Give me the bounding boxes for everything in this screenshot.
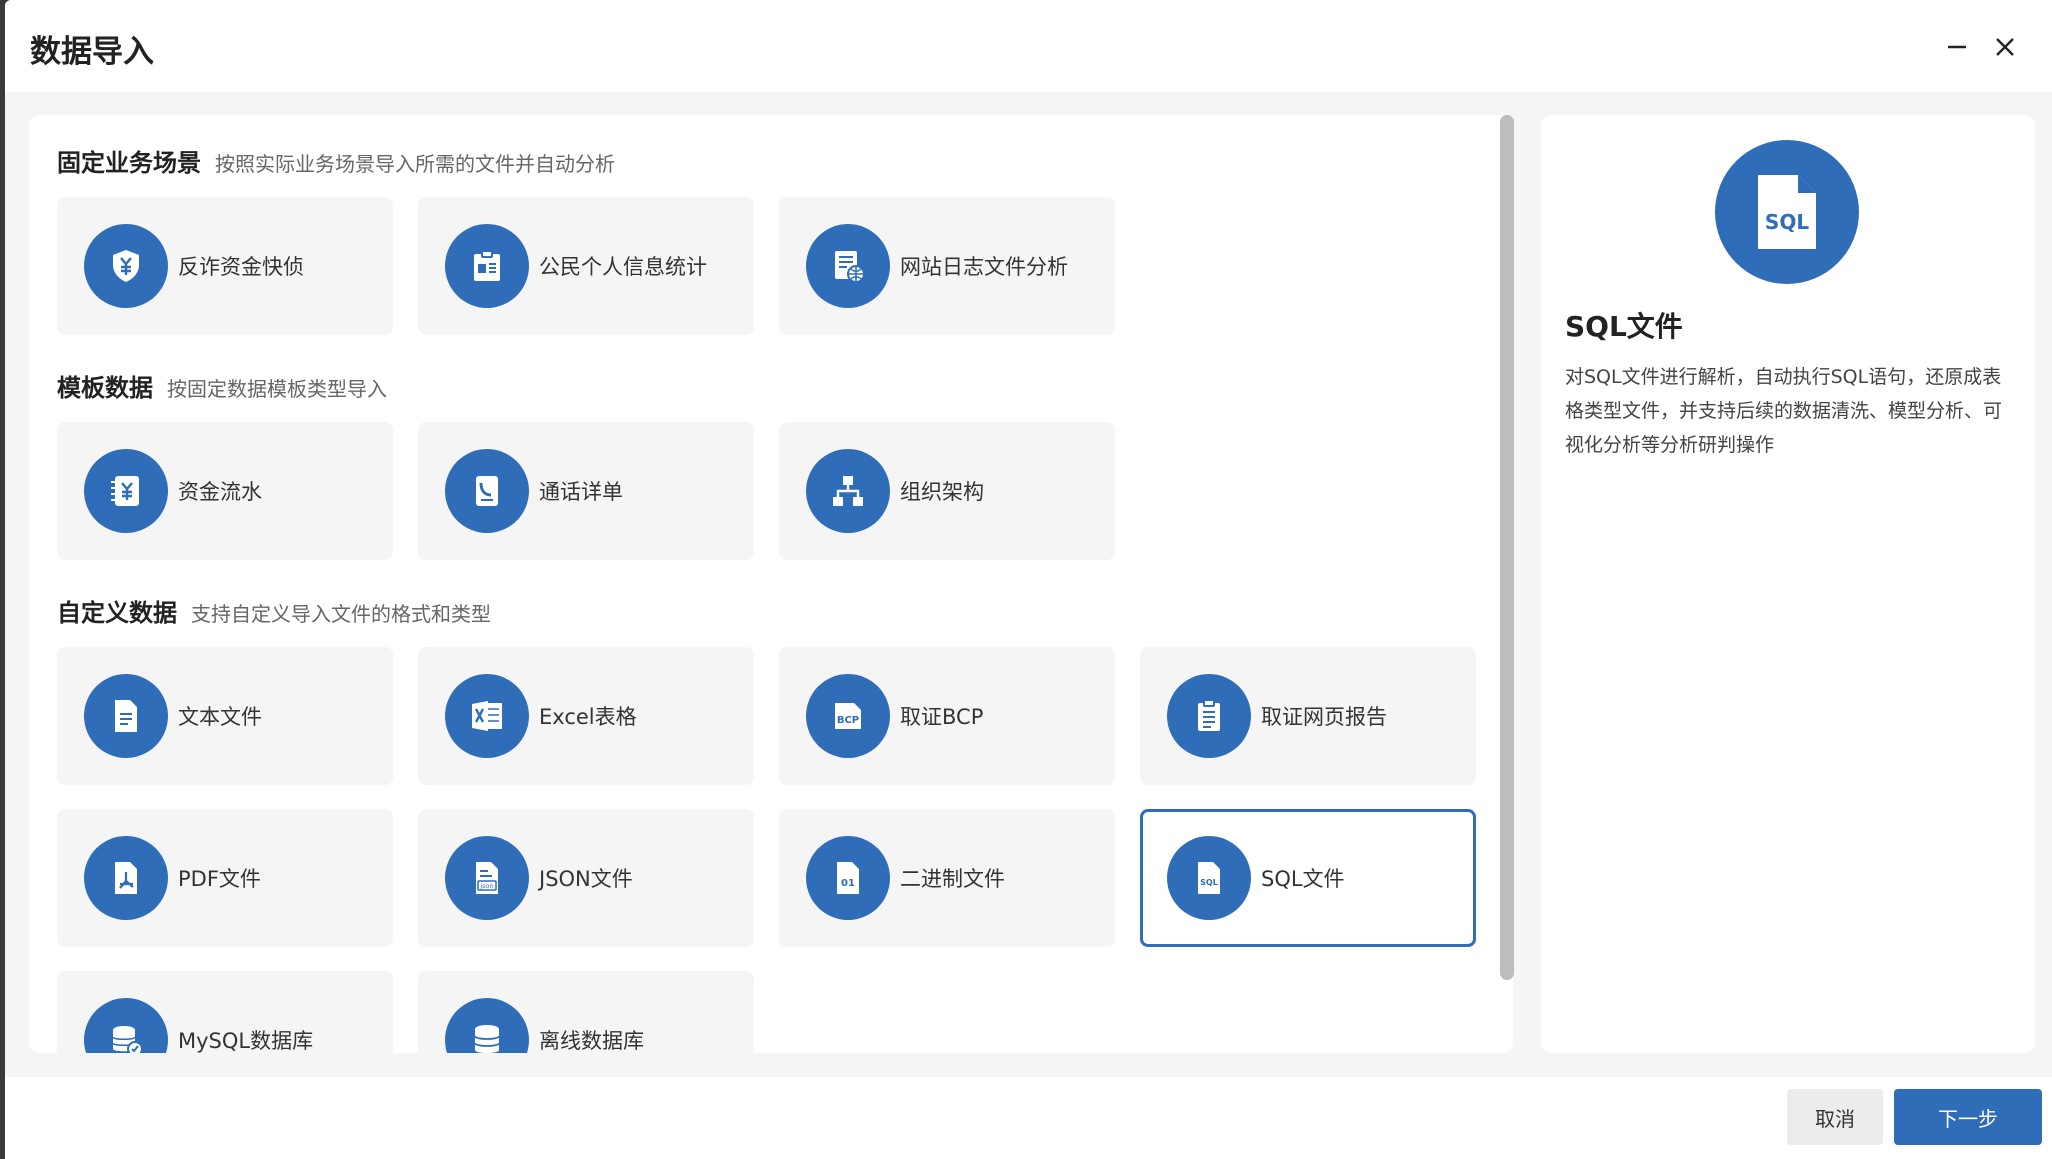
section-desc: 按照实际业务场景导入所需的文件并自动分析 xyxy=(215,152,615,176)
binary-file-icon: 01 xyxy=(806,836,890,920)
section-title: 固定业务场景 xyxy=(57,149,201,177)
dialog-title: 数据导入 xyxy=(30,34,154,70)
minimize-icon xyxy=(1948,45,1966,49)
card-json[interactable]: json JSON文件 xyxy=(418,809,754,947)
card-label: 网站日志文件分析 xyxy=(900,255,1068,279)
import-type-panel: 固定业务场景 按照实际业务场景导入所需的文件并自动分析 反诈资金快侦 公民个人信… xyxy=(29,115,1513,1053)
card-label: 文本文件 xyxy=(178,705,262,729)
dialog-titlebar: 数据导入 xyxy=(5,0,2052,92)
card-label: PDF文件 xyxy=(178,867,261,891)
text-file-icon xyxy=(84,674,168,758)
section-template-data: 模板数据 按固定数据模板类型导入 xyxy=(57,368,387,403)
close-button[interactable] xyxy=(1988,30,2022,64)
card-pdf[interactable]: PDF文件 xyxy=(57,809,393,947)
card-excel[interactable]: Excel表格 xyxy=(418,647,754,785)
bcp-icon: BCP xyxy=(806,674,890,758)
json-file-icon: json xyxy=(445,836,529,920)
detail-panel: SQL SQL文件 对SQL文件进行解析，自动执行SQL语句，还原成表格类型文件… xyxy=(1541,115,2035,1053)
section-custom-data: 自定义数据 支持自定义导入文件的格式和类型 xyxy=(57,593,491,628)
phone-record-icon xyxy=(445,449,529,533)
excel-icon xyxy=(445,674,529,758)
section-title: 模板数据 xyxy=(57,374,153,402)
offline-db-icon xyxy=(445,998,529,1053)
dialog-footer: 取消 下一步 xyxy=(5,1077,2052,1159)
web-log-icon xyxy=(806,224,890,308)
next-button[interactable]: 下一步 xyxy=(1894,1089,2042,1145)
data-import-dialog: 数据导入 固定业务场景 按照实际业务场景导入所需的文件并自动分析 反诈资金快侦 … xyxy=(5,0,2052,1159)
card-binary[interactable]: 01 二进制文件 xyxy=(779,809,1115,947)
card-call-records[interactable]: 通话详单 xyxy=(418,422,754,560)
card-label: 通话详单 xyxy=(539,480,623,504)
card-money-flow[interactable]: 资金流水 xyxy=(57,422,393,560)
card-label: 组织架构 xyxy=(900,480,984,504)
section-title: 自定义数据 xyxy=(57,599,177,627)
minimize-button[interactable] xyxy=(1940,30,1974,64)
detail-sql-file-icon: SQL xyxy=(1715,140,1859,284)
card-text-file[interactable]: 文本文件 xyxy=(57,647,393,785)
detail-icon-text: SQL xyxy=(1765,210,1809,234)
card-mysql[interactable]: MySQL数据库 xyxy=(57,971,393,1053)
card-label: 取证BCP xyxy=(900,705,984,729)
mysql-db-icon xyxy=(84,998,168,1053)
card-label: 离线数据库 xyxy=(539,1029,644,1053)
id-clipboard-icon xyxy=(445,224,529,308)
section-desc: 支持自定义导入文件的格式和类型 xyxy=(191,602,491,626)
sql-badge-text: SQL xyxy=(1200,878,1218,887)
card-forensic-bcp[interactable]: BCP 取证BCP xyxy=(779,647,1115,785)
detail-title: SQL文件 xyxy=(1565,310,1683,343)
card-label: 取证网页报告 xyxy=(1261,705,1387,729)
web-report-icon xyxy=(1167,674,1251,758)
close-icon xyxy=(1996,38,2014,56)
detail-description: 对SQL文件进行解析，自动执行SQL语句，还原成表格类型文件，并支持后续的数据清… xyxy=(1565,366,2003,456)
card-anti-fraud[interactable]: 反诈资金快侦 xyxy=(57,197,393,335)
cancel-button[interactable]: 取消 xyxy=(1787,1089,1883,1145)
bcp-badge-text: BCP xyxy=(837,715,859,726)
card-label: JSON文件 xyxy=(539,867,633,891)
card-web-report[interactable]: 取证网页报告 xyxy=(1140,647,1476,785)
card-citizen-info[interactable]: 公民个人信息统计 xyxy=(418,197,754,335)
card-web-log[interactable]: 网站日志文件分析 xyxy=(779,197,1115,335)
shield-yen-icon xyxy=(84,224,168,308)
binary-badge-text: 01 xyxy=(841,878,855,889)
card-label: Excel表格 xyxy=(539,705,637,729)
card-label: 二进制文件 xyxy=(900,867,1005,891)
sql-file-icon: SQL xyxy=(1167,836,1251,920)
pdf-icon xyxy=(84,836,168,920)
money-flow-icon xyxy=(84,449,168,533)
card-label: 资金流水 xyxy=(178,480,262,504)
json-badge-text: json xyxy=(479,882,493,890)
card-label: 公民个人信息统计 xyxy=(539,255,707,279)
section-fixed-business: 固定业务场景 按照实际业务场景导入所需的文件并自动分析 xyxy=(57,143,615,178)
card-label: MySQL数据库 xyxy=(178,1029,314,1053)
section-desc: 按固定数据模板类型导入 xyxy=(167,377,387,401)
card-sql-file[interactable]: SQL SQL文件 xyxy=(1140,809,1476,947)
card-org-chart[interactable]: 组织架构 xyxy=(779,422,1115,560)
list-scrollbar[interactable] xyxy=(1500,115,1514,980)
card-offline-db[interactable]: 离线数据库 xyxy=(418,971,754,1053)
card-label: SQL文件 xyxy=(1261,867,1345,891)
card-label: 反诈资金快侦 xyxy=(178,255,304,279)
org-chart-icon xyxy=(806,449,890,533)
